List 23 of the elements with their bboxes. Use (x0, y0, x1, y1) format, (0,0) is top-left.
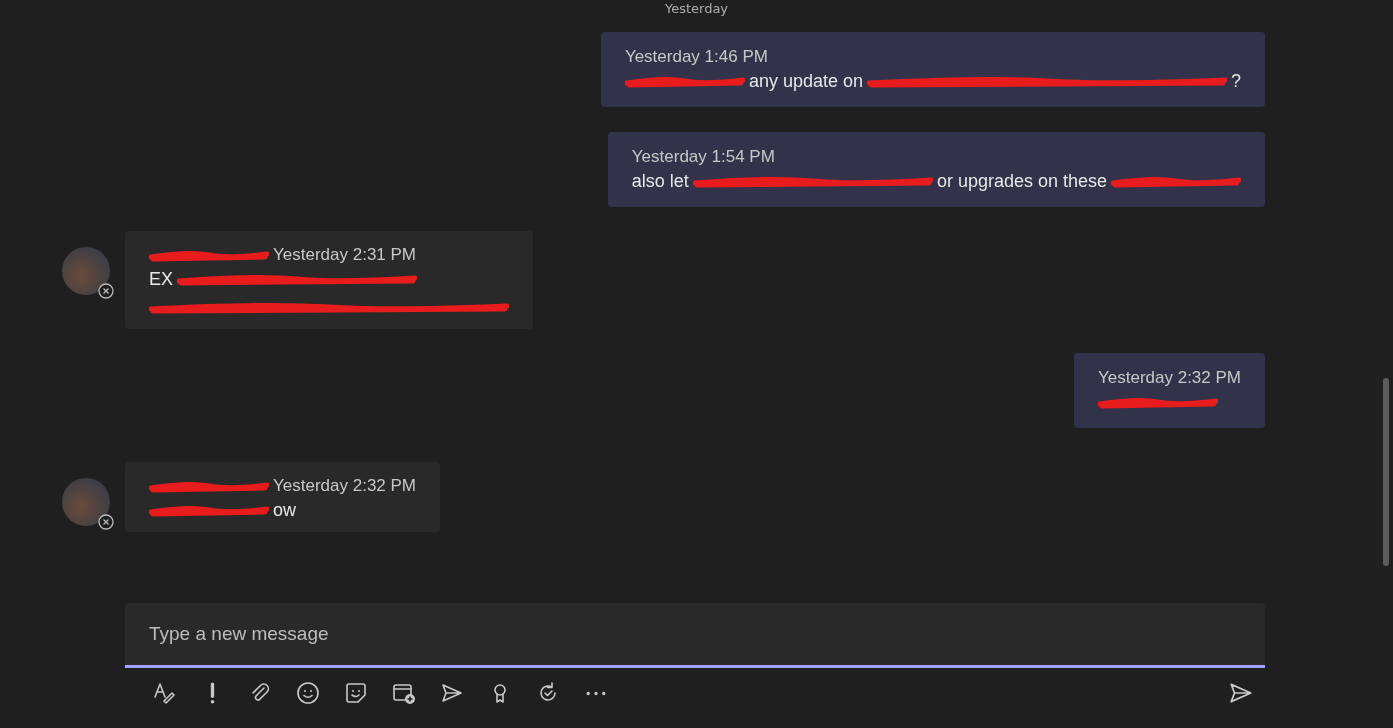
message-time: Yesterday 2:31 PM (273, 245, 416, 265)
message-time: Yesterday 1:54 PM (631, 147, 775, 166)
message-time: Yesterday 2:32 PM (1098, 368, 1241, 387)
calendar-plus-icon (392, 681, 416, 705)
more-icon (586, 690, 606, 696)
message-text: ow (273, 499, 296, 521)
exclamation-icon (209, 682, 215, 704)
status-icon (98, 283, 114, 299)
message-text: ? (1231, 70, 1241, 92)
paper-plane-icon (440, 681, 464, 705)
sticker-icon (344, 681, 368, 705)
date-divider: Yesterday (664, 1, 729, 16)
format-text-icon (152, 681, 176, 705)
smiley-icon (296, 681, 320, 705)
message-text: EX (149, 268, 173, 290)
scrollbar[interactable] (1383, 378, 1389, 566)
message-input[interactable]: Type a new message (125, 603, 1265, 668)
message-text: also let (631, 170, 689, 192)
message-text: or upgrades on these (936, 170, 1107, 192)
message-text: any update on (748, 70, 863, 92)
status-icon (98, 514, 114, 530)
message-time: Yesterday 2:32 PM (273, 476, 416, 496)
message-time: Yesterday 1:46 PM (624, 47, 768, 66)
